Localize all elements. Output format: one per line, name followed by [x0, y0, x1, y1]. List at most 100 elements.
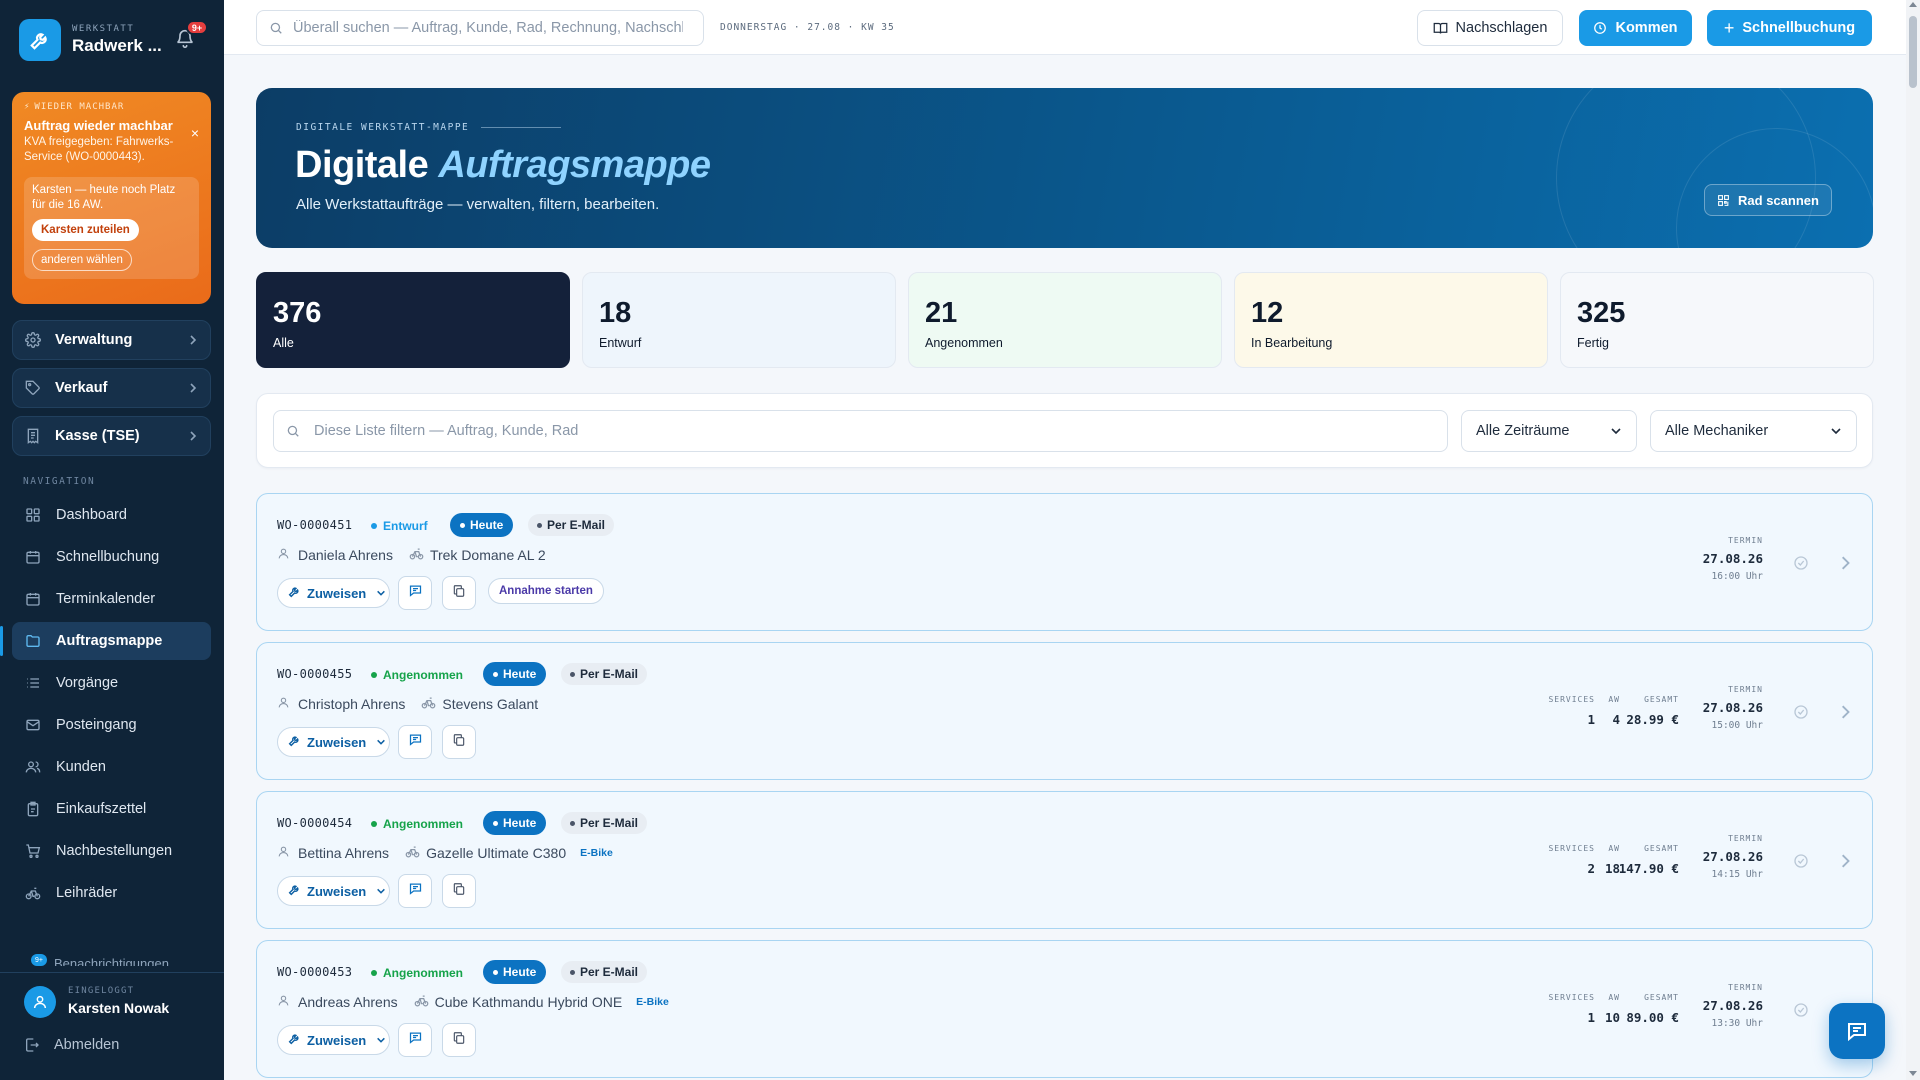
chevron-down-icon	[376, 884, 386, 899]
copy-button[interactable]	[442, 874, 476, 908]
customer-name[interactable]: Christoph Ahrens	[298, 696, 405, 712]
sidebar-item-einkaufszettel[interactable]: Einkaufszettel	[12, 790, 211, 828]
appointment-date: 27.08.26	[1702, 998, 1763, 1013]
sidebar-item-terminkalender[interactable]: Terminkalender	[12, 580, 211, 618]
group-verwaltung[interactable]: Verwaltung	[12, 320, 211, 360]
message-icon	[408, 732, 423, 752]
customer-name[interactable]: Bettina Ahrens	[298, 845, 389, 861]
scrollbar[interactable]	[1906, 0, 1920, 1080]
message-button[interactable]	[398, 725, 432, 759]
aw-count: AW 4	[1608, 695, 1620, 727]
clock-in-button[interactable]: Kommen	[1579, 10, 1692, 46]
quick-booking-label: Schnellbuchung	[1742, 20, 1856, 36]
search-icon	[270, 22, 282, 34]
sidebar-item-kunden[interactable]: Kunden	[12, 748, 211, 786]
tag-icon	[25, 380, 40, 395]
today-dot	[493, 671, 498, 677]
scan-bike-button[interactable]: Rad scannen	[1704, 184, 1832, 216]
assign-button[interactable]: Zuweisen	[277, 727, 390, 757]
search-icon	[287, 425, 299, 437]
status-dot	[371, 672, 377, 678]
chevron-right-icon[interactable]	[1839, 854, 1851, 868]
sidebar-item-nachbestellungen[interactable]: Nachbestellungen	[12, 832, 211, 870]
group-verkauf[interactable]: Verkauf	[12, 368, 211, 408]
order-card[interactable]: WO-0000455 Angenommen Heute Per E-Mail Chris…	[256, 642, 1873, 780]
assign-button[interactable]: Zuweisen	[277, 578, 390, 608]
assign-karsten-button[interactable]: Karsten zuteilen	[32, 219, 139, 241]
stat-card-done[interactable]: 325 Fertig	[1560, 272, 1874, 368]
mark-done-icon[interactable]	[1793, 555, 1809, 571]
quick-booking-button[interactable]: + Schnellbuchung	[1707, 10, 1872, 46]
stat-card-draft[interactable]: 18 Entwurf	[582, 272, 896, 368]
order-card[interactable]: WO-0000453 Angenommen Heute Per E-Mail Andre…	[256, 940, 1873, 1078]
chevron-right-icon[interactable]	[1839, 556, 1851, 570]
sidebar-item-label: Kunden	[56, 759, 106, 775]
copy-button[interactable]	[442, 725, 476, 759]
stat-card-in-progress[interactable]: 12 In Bearbeitung	[1234, 272, 1548, 368]
message-button[interactable]	[398, 576, 432, 610]
bike-name[interactable]: Trek Domane AL 2	[430, 547, 546, 563]
period-select[interactable]: Alle Zeiträume	[1461, 410, 1637, 452]
sidebar-item-vorgaenge[interactable]: Vorgänge	[12, 664, 211, 702]
sidebar-item-benachrichtigungen[interactable]: Benachrichtigungen	[54, 956, 169, 966]
sidebar-item-dashboard[interactable]: Dashboard	[12, 496, 211, 534]
bike-name[interactable]: Cube Kathmandu Hybrid ONE	[435, 994, 623, 1010]
message-button[interactable]	[398, 874, 432, 908]
stat-label: Entwurf	[599, 336, 642, 350]
status-dot	[371, 821, 377, 827]
mechanic-select[interactable]: Alle Mechaniker	[1650, 410, 1857, 452]
mail-icon	[26, 719, 40, 731]
mark-done-icon[interactable]	[1793, 853, 1809, 869]
assign-button[interactable]: Zuweisen	[277, 876, 390, 906]
global-search[interactable]	[256, 10, 704, 46]
aw-count-value: 18	[1604, 861, 1620, 876]
stat-card-accepted[interactable]: 21 Angenommen	[908, 272, 1222, 368]
stat-card-all[interactable]: 376 Alle	[256, 272, 570, 368]
list-filter[interactable]	[273, 410, 1448, 452]
assign-button[interactable]: Zuweisen	[277, 1025, 390, 1055]
avatar[interactable]	[24, 986, 56, 1018]
status-label: Angenommen	[383, 668, 464, 682]
today-badge: Heute	[483, 811, 547, 835]
copy-button[interactable]	[442, 1023, 476, 1057]
chat-button[interactable]	[1829, 1003, 1885, 1059]
scroll-down-arrow[interactable]	[1909, 1071, 1917, 1076]
sidebar-item-leihraeder[interactable]: Leihräder	[12, 874, 211, 912]
scroll-up-arrow[interactable]	[1909, 2, 1917, 7]
aw-count-value: 10	[1604, 1010, 1620, 1025]
bike-icon	[25, 887, 41, 900]
sidebar: WERKSTATT Radwerk ... 9+ ⚡ WIEDER MACHBA…	[0, 0, 224, 1080]
total-amount: GESAMT 147.90 €	[1619, 844, 1679, 876]
lookup-label: Nachschlagen	[1455, 20, 1548, 36]
logout-button[interactable]: Abmelden	[24, 1037, 119, 1053]
hero-kicker: DIGITALE WERKSTATT-MAPPE	[296, 122, 561, 133]
close-icon[interactable]: ×	[191, 126, 199, 140]
order-card[interactable]: WO-0000454 Angenommen Heute Per E-Mail Betti…	[256, 791, 1873, 929]
customer-name[interactable]: Andreas Ahrens	[298, 994, 398, 1010]
bike-name[interactable]: Gazelle Ultimate C380	[426, 845, 566, 861]
group-label: Verkauf	[55, 380, 108, 396]
sidebar-item-schnellbuchung[interactable]: Schnellbuchung	[12, 538, 211, 576]
wrench-icon	[288, 585, 301, 601]
copy-icon	[452, 584, 466, 603]
sidebar-item-posteingang[interactable]: Posteingang	[12, 706, 211, 744]
chevron-right-icon[interactable]	[1839, 705, 1851, 719]
order-card[interactable]: WO-0000451 Entwurf Heute Per E-Mail Daniela …	[256, 493, 1873, 631]
mark-done-icon[interactable]	[1793, 704, 1809, 720]
list-filter-input[interactable]	[314, 423, 1414, 439]
customer-name[interactable]: Daniela Ahrens	[298, 547, 393, 563]
sidebar-item-auftragsmappe[interactable]: Auftragsmappe	[0, 622, 211, 660]
page-subtitle: Alle Werkstattaufträge — verwalten, filt…	[296, 196, 660, 213]
global-search-input[interactable]	[293, 20, 683, 36]
bike-name[interactable]: Stevens Galant	[442, 696, 538, 712]
scroll-thumb[interactable]	[1909, 16, 1917, 88]
copy-button[interactable]	[442, 576, 476, 610]
group-kasse[interactable]: Kasse (TSE)	[12, 416, 211, 456]
start-intake-button[interactable]: Annahme starten	[488, 578, 604, 604]
rescheduling-alert: ⚡ WIEDER MACHBAR × Auftrag wieder machba…	[12, 92, 211, 304]
message-button[interactable]	[398, 1023, 432, 1057]
lookup-button[interactable]: Nachschlagen	[1417, 10, 1563, 46]
choose-other-button[interactable]: anderen wählen	[32, 249, 132, 271]
group-label: Verwaltung	[55, 332, 133, 348]
mark-done-icon[interactable]	[1793, 1002, 1809, 1018]
